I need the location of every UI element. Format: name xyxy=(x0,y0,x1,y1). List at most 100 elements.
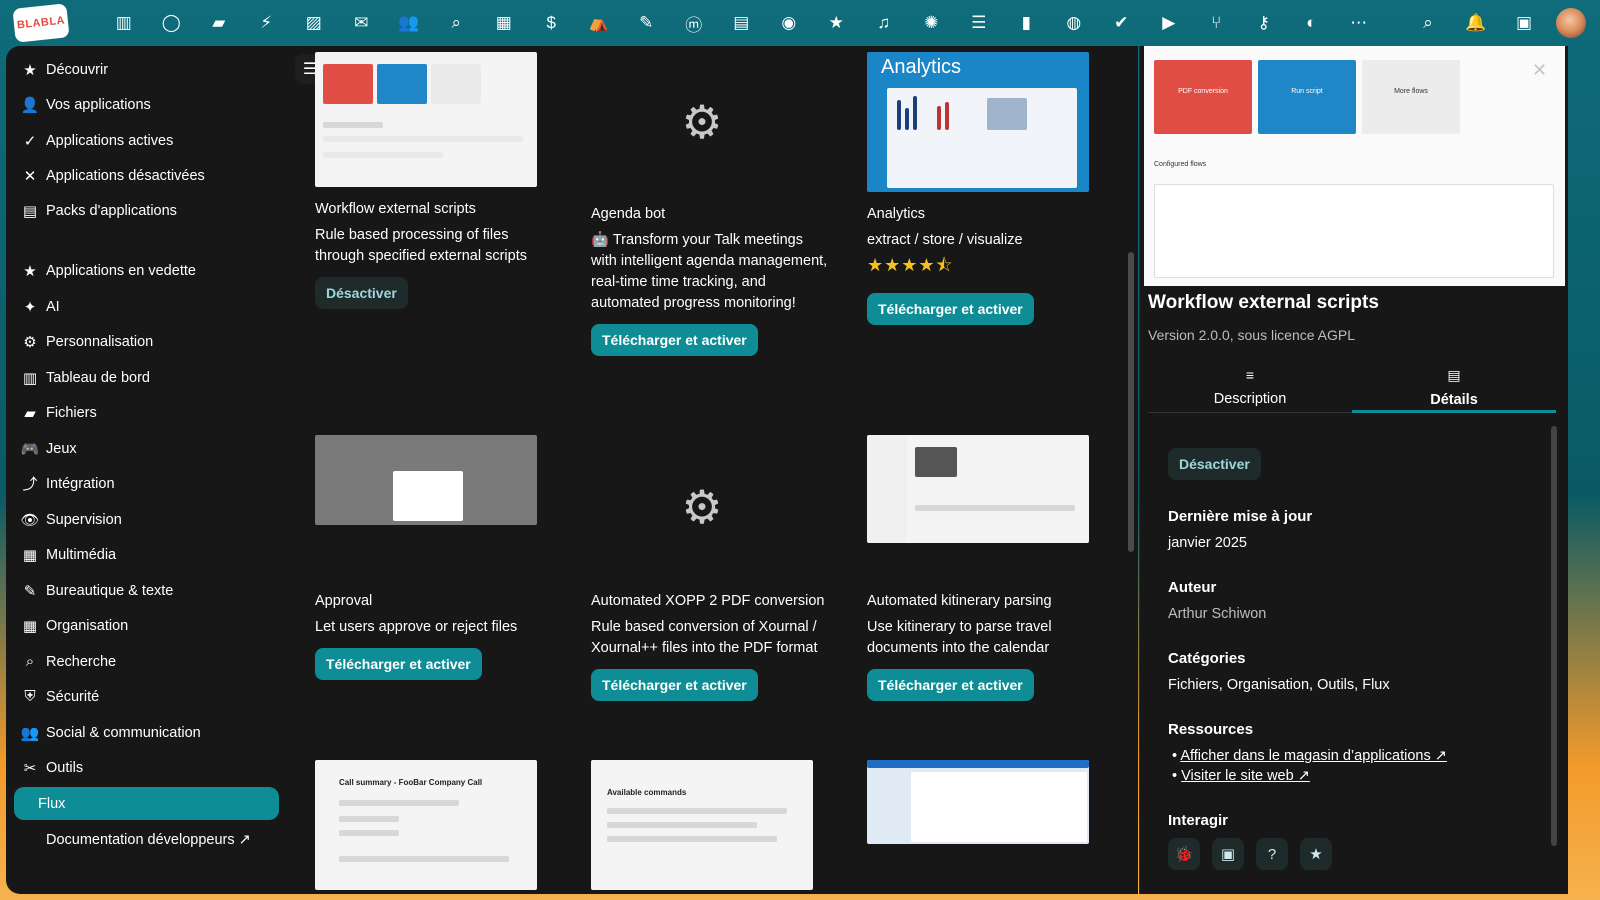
sidebar-item-organization[interactable]: ▦ Organisation xyxy=(14,609,279,642)
bug-icon[interactable]: 🐞 xyxy=(1168,838,1200,870)
gear-icon: ⚙ xyxy=(23,333,37,351)
sidebar-item-active-apps[interactable]: ✓ Applications actives xyxy=(14,124,279,157)
mail-icon[interactable]: ✉ xyxy=(338,0,386,46)
contacts-icon[interactable]: 👥 xyxy=(385,0,433,46)
panel-scrollbar[interactable] xyxy=(1551,426,1557,846)
monitor-icon: 👁 xyxy=(20,511,40,529)
sidebar-item-flows[interactable]: Flux xyxy=(14,787,279,820)
analytics-icon[interactable]: ▮ xyxy=(1003,0,1051,46)
photos-icon[interactable]: ▨ xyxy=(290,0,338,46)
app-card-file-manager[interactable] xyxy=(867,760,1107,844)
ask-question-icon[interactable]: ? xyxy=(1256,838,1288,870)
app-screenshot xyxy=(867,435,1089,543)
sidebar-item-dashboard[interactable]: ▥ Tableau de bord xyxy=(14,361,279,394)
deck-icon[interactable]: ⛺ xyxy=(575,0,623,46)
gear-icon: ⚙ xyxy=(681,96,723,148)
search-icon[interactable]: ⌕ xyxy=(1404,0,1452,46)
download-enable-button[interactable]: Télécharger et activer xyxy=(591,669,758,701)
talk-icon[interactable]: ◯ xyxy=(148,0,196,46)
categories-value: Fichiers, Organisation, Outils, Flux xyxy=(1168,677,1390,693)
building-icon: ▦ xyxy=(22,617,38,635)
main-scrollbar[interactable] xyxy=(1126,52,1136,890)
website-link[interactable]: Visiter le site web ↗ xyxy=(1181,768,1310,784)
sidebar-item-monitoring[interactable]: 👁 Supervision xyxy=(14,503,279,536)
bell-icon[interactable]: 🔔 xyxy=(1452,0,1500,46)
disable-button[interactable]: Désactiver xyxy=(315,277,408,309)
download-enable-button[interactable]: Télécharger et activer xyxy=(591,324,758,356)
rate-star-icon[interactable]: ★ xyxy=(1300,838,1332,870)
sparkle-icon: ✦ xyxy=(23,298,37,316)
sidebar-item-ai[interactable]: ✦ AI xyxy=(14,290,279,323)
sidebar-item-office[interactable]: ✎ Bureautique & texte xyxy=(14,574,279,607)
disable-button[interactable]: Désactiver xyxy=(1168,448,1261,480)
food-icon[interactable]: ⑂ xyxy=(1193,0,1241,46)
archive-icon: ▤ xyxy=(22,202,38,220)
notes-icon[interactable]: ✎ xyxy=(623,0,671,46)
github-icon[interactable]: ◉ xyxy=(765,0,813,46)
tasks-icon[interactable]: ✔ xyxy=(1098,0,1146,46)
sidebar-item-games[interactable]: 🎮 Jeux xyxy=(14,432,279,465)
activity-icon[interactable]: ⚡ xyxy=(243,0,291,46)
app-card-analytics[interactable]: Analytics Analytics extract / store / vi… xyxy=(867,52,1107,325)
favorites-icon[interactable]: ★ xyxy=(813,0,861,46)
scrollbar-thumb[interactable] xyxy=(1128,252,1134,552)
list-icon[interactable]: ☰ xyxy=(955,0,1003,46)
check-icon: ✓ xyxy=(23,132,37,150)
cc-icon[interactable]: ◐ xyxy=(1288,0,1336,46)
sidebar-item-your-apps[interactable]: 👤 Vos applications xyxy=(14,88,279,121)
shield-icon: ⛨ xyxy=(24,688,36,705)
tab-details[interactable]: ▤ Détails xyxy=(1352,361,1556,413)
categories-label: Catégories xyxy=(1168,650,1246,667)
app-card-commands[interactable]: Available commands xyxy=(591,760,831,890)
close-icon[interactable]: ✕ xyxy=(1532,60,1547,81)
files-icon[interactable]: ▰ xyxy=(195,0,243,46)
app-card-xopp-pdf[interactable]: ⚙ Automated XOPP 2 PDF conversion Rule b… xyxy=(591,435,831,701)
tab-description[interactable]: ≡ Description xyxy=(1148,361,1352,413)
contacts-menu-icon[interactable]: ▣ xyxy=(1500,0,1548,46)
logo[interactable]: BLABLA xyxy=(12,3,70,43)
folder-icon: ▰ xyxy=(24,404,36,422)
request-feature-icon[interactable]: ▣ xyxy=(1212,838,1244,870)
sidebar-item-security[interactable]: ⛨ Sécurité xyxy=(14,680,279,713)
star-circle-icon: ★ xyxy=(23,61,37,79)
app-screenshot xyxy=(867,760,1089,844)
sidebar-item-customization[interactable]: ⚙ Personnalisation xyxy=(14,325,279,358)
app-description: Rule based conversion of Xournal / Xourn… xyxy=(591,619,818,656)
money-icon[interactable]: $ xyxy=(528,0,576,46)
app-card-agenda-bot[interactable]: ⚙ Agenda bot 🤖 Transform your Talk meeti… xyxy=(591,52,831,356)
sidebar-item-social[interactable]: 👥 Social & communication xyxy=(14,716,279,749)
archive-icon[interactable]: ▤ xyxy=(718,0,766,46)
sidebar-item-discover[interactable]: ★ Découvrir xyxy=(14,53,279,86)
app-store-link[interactable]: Afficher dans le magasin d’applications … xyxy=(1180,748,1447,764)
download-enable-button[interactable]: Télécharger et activer xyxy=(867,293,1034,325)
avatar[interactable] xyxy=(1556,8,1586,38)
sidebar-item-featured[interactable]: ★ Applications en vedette xyxy=(14,254,279,287)
music-icon[interactable]: ♫ xyxy=(860,0,908,46)
mastodon-icon[interactable]: ⓜ xyxy=(670,0,718,46)
app-card-workflow-scripts[interactable]: Workflow external scripts Rule based pro… xyxy=(315,52,555,309)
close-icon: ✕ xyxy=(23,167,37,185)
sidebar-item-multimedia[interactable]: ▦ Multimédia xyxy=(14,538,279,571)
more-icon[interactable]: ⋯ xyxy=(1335,0,1383,46)
app-title: Analytics xyxy=(867,206,926,222)
dashboard-icon[interactable]: ▥ xyxy=(100,0,148,46)
download-enable-button[interactable]: Télécharger et activer xyxy=(867,669,1034,701)
calendar-icon[interactable]: ▦ xyxy=(480,0,528,46)
sidebar-item-disabled-apps[interactable]: ✕ Applications désactivées xyxy=(14,159,279,192)
search-app-icon[interactable]: ⌕ xyxy=(433,0,481,46)
sidebar-item-search[interactable]: ⌕ Recherche xyxy=(14,645,279,678)
globe-icon[interactable]: ◍ xyxy=(1050,0,1098,46)
keys-icon[interactable]: ⚷ xyxy=(1240,0,1288,46)
sidebar-item-files[interactable]: ▰ Fichiers xyxy=(14,396,279,429)
sidebar-item-tools[interactable]: ✂ Outils xyxy=(14,751,279,784)
app-card-kitinerary[interactable]: Automated kitinerary parsing Use kitiner… xyxy=(867,435,1107,701)
video-icon[interactable]: ▶ xyxy=(1145,0,1193,46)
sidebar-item-developer-docs[interactable]: Documentation développeurs ↗ xyxy=(14,823,279,856)
sidebar-item-app-bundles[interactable]: ▤ Packs d'applications xyxy=(14,194,279,227)
app-card-approval[interactable]: Approval Let users approve or reject fil… xyxy=(315,435,555,680)
sidebar-item-integration[interactable]: ⤴ Intégration xyxy=(14,467,279,500)
magic-icon[interactable]: ✺ xyxy=(908,0,956,46)
rating-stars: ★★★★⯪ xyxy=(867,255,954,275)
app-card-call-summary[interactable]: Call summary - FooBar Company Call xyxy=(315,760,555,890)
download-enable-button[interactable]: Télécharger et activer xyxy=(315,648,482,680)
